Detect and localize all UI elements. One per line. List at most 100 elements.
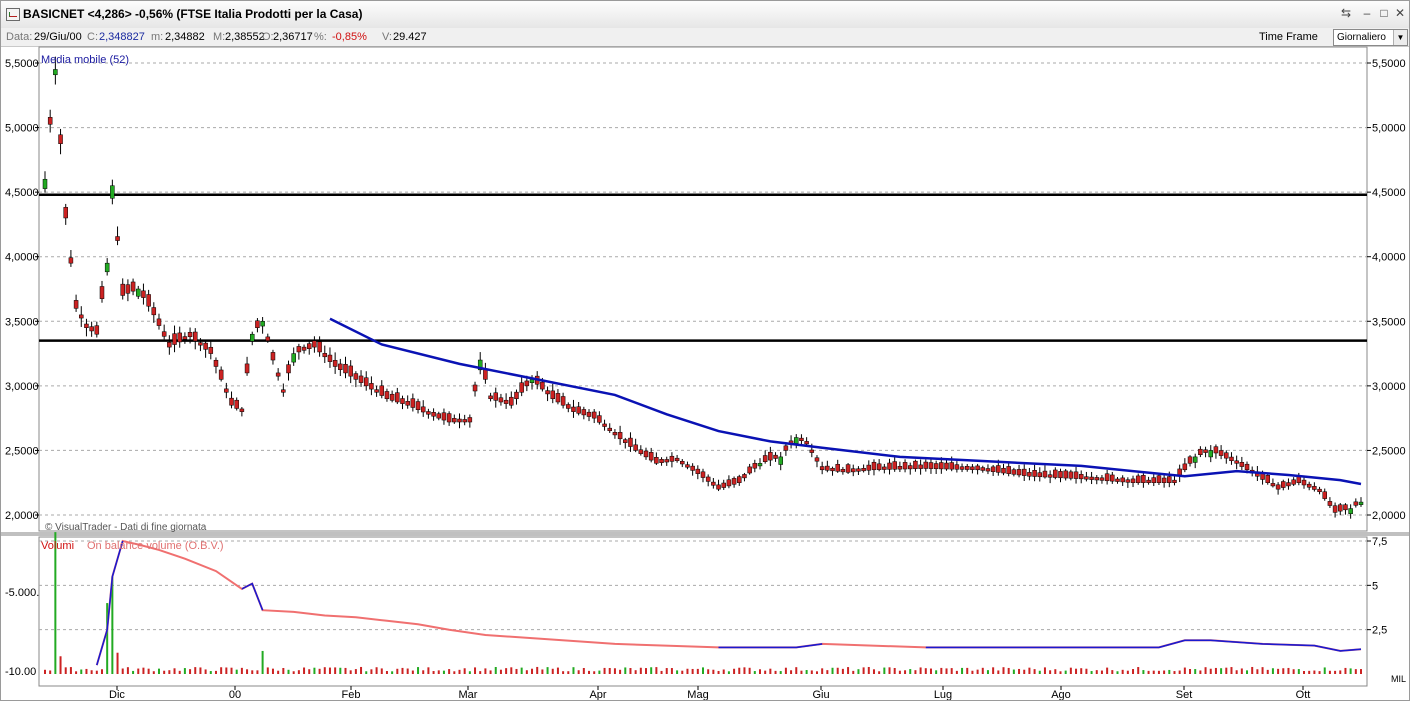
volume-bar — [1256, 669, 1259, 674]
candle-body — [1084, 476, 1089, 480]
moving-average-label: Media mobile (52) — [41, 54, 129, 66]
x-axis-month-label: Set — [1176, 689, 1193, 700]
volume-bar — [1240, 668, 1243, 674]
volume-bar — [308, 669, 311, 674]
candle-body — [845, 464, 851, 473]
volume-bar — [1033, 669, 1036, 674]
candle-body — [58, 134, 63, 144]
candle-body — [819, 466, 825, 471]
volume-bar — [634, 670, 637, 674]
candle-body — [664, 459, 669, 463]
volume-bar — [707, 669, 710, 674]
candle-body — [291, 353, 296, 363]
candle-body — [1327, 501, 1333, 506]
candle-body — [1322, 491, 1327, 499]
volume-bar — [230, 667, 233, 674]
volume-bar — [608, 667, 611, 674]
volume-bar — [660, 670, 663, 674]
volume-bar — [1075, 668, 1078, 674]
volume-bar — [556, 667, 559, 674]
volume-tick-label-right: 7,5 — [1372, 536, 1387, 548]
candle-body — [1120, 477, 1125, 483]
volume-bar — [458, 669, 461, 674]
volume-bar — [313, 667, 316, 674]
volume-bar — [784, 667, 787, 674]
candle-body — [540, 381, 545, 390]
candle-body — [488, 395, 493, 400]
volume-bar — [536, 666, 539, 674]
candle-body — [1172, 479, 1177, 483]
volume-bar — [821, 668, 824, 674]
volume-bar — [489, 670, 492, 674]
volume-bar — [986, 670, 989, 674]
volume-bar — [323, 667, 326, 674]
candle-body — [866, 464, 872, 471]
volume-bar — [572, 667, 575, 674]
volume-bar — [474, 667, 477, 674]
volume-bar — [1152, 670, 1155, 674]
candle-body — [498, 397, 504, 403]
candle-body — [1058, 471, 1063, 479]
candle-body — [617, 432, 623, 440]
volume-bar — [432, 671, 435, 674]
candle-body — [861, 468, 866, 472]
volume-bar — [645, 668, 648, 674]
candle-body — [1063, 470, 1068, 479]
price-tick-label-left: 2,0000 — [5, 510, 39, 522]
candle-body — [1161, 477, 1167, 483]
price-tick-label-right: 5,0000 — [1372, 123, 1406, 135]
volume-bar — [1121, 669, 1124, 674]
volume-bar — [872, 669, 875, 674]
volume-bar — [810, 670, 813, 674]
candle-body — [358, 375, 364, 383]
price-tick-label-right: 3,5000 — [1372, 316, 1406, 328]
candle-body — [1224, 452, 1229, 459]
volume-bar — [551, 668, 554, 674]
candle-body — [1011, 469, 1017, 475]
volume-bar — [945, 668, 948, 674]
candle-body — [213, 359, 219, 367]
volume-bar — [935, 670, 938, 674]
price-tick-label-right: 4,0000 — [1372, 252, 1406, 264]
volume-bar — [189, 669, 192, 674]
volume-bar — [790, 670, 793, 674]
volume-bar — [121, 668, 124, 674]
volume-bar — [463, 668, 466, 674]
volume-bar — [950, 668, 953, 674]
candle-body — [426, 411, 431, 415]
candle-body — [348, 365, 353, 377]
volume-bar — [1328, 670, 1331, 674]
candle-body — [431, 412, 436, 417]
candle-body — [545, 390, 550, 395]
volume-bar — [670, 668, 673, 674]
candle-body — [975, 465, 980, 471]
candle-body — [1192, 456, 1198, 463]
price-tick-label-left: 5,0000 — [5, 123, 39, 135]
candle-body — [902, 462, 908, 470]
candle-body — [1306, 483, 1312, 488]
volume-bar — [997, 670, 1000, 674]
candle-body — [1001, 467, 1006, 474]
volume-bar — [1287, 667, 1290, 674]
candle-body — [825, 465, 830, 471]
volume-bar — [277, 670, 280, 674]
candle-body — [674, 457, 680, 462]
volume-bar — [629, 668, 632, 674]
candle-body — [597, 415, 602, 423]
candle-body — [1343, 504, 1348, 511]
volume-bar — [924, 668, 927, 674]
candle-body — [312, 340, 317, 348]
candle-body — [783, 445, 789, 451]
volume-bar — [365, 671, 368, 674]
candle-body — [244, 363, 250, 374]
volume-bar — [919, 667, 922, 674]
volume-bar — [256, 670, 259, 674]
candle-body — [79, 314, 84, 319]
volume-bar — [857, 669, 860, 674]
volume-bar — [961, 667, 964, 674]
volume-bar — [955, 670, 958, 674]
price-tick-label-left: 3,0000 — [5, 381, 39, 393]
volume-bar — [499, 669, 502, 674]
watermark-text: © VisualTrader - Dati di fine giornata — [45, 522, 207, 533]
candle-body — [1078, 474, 1084, 480]
